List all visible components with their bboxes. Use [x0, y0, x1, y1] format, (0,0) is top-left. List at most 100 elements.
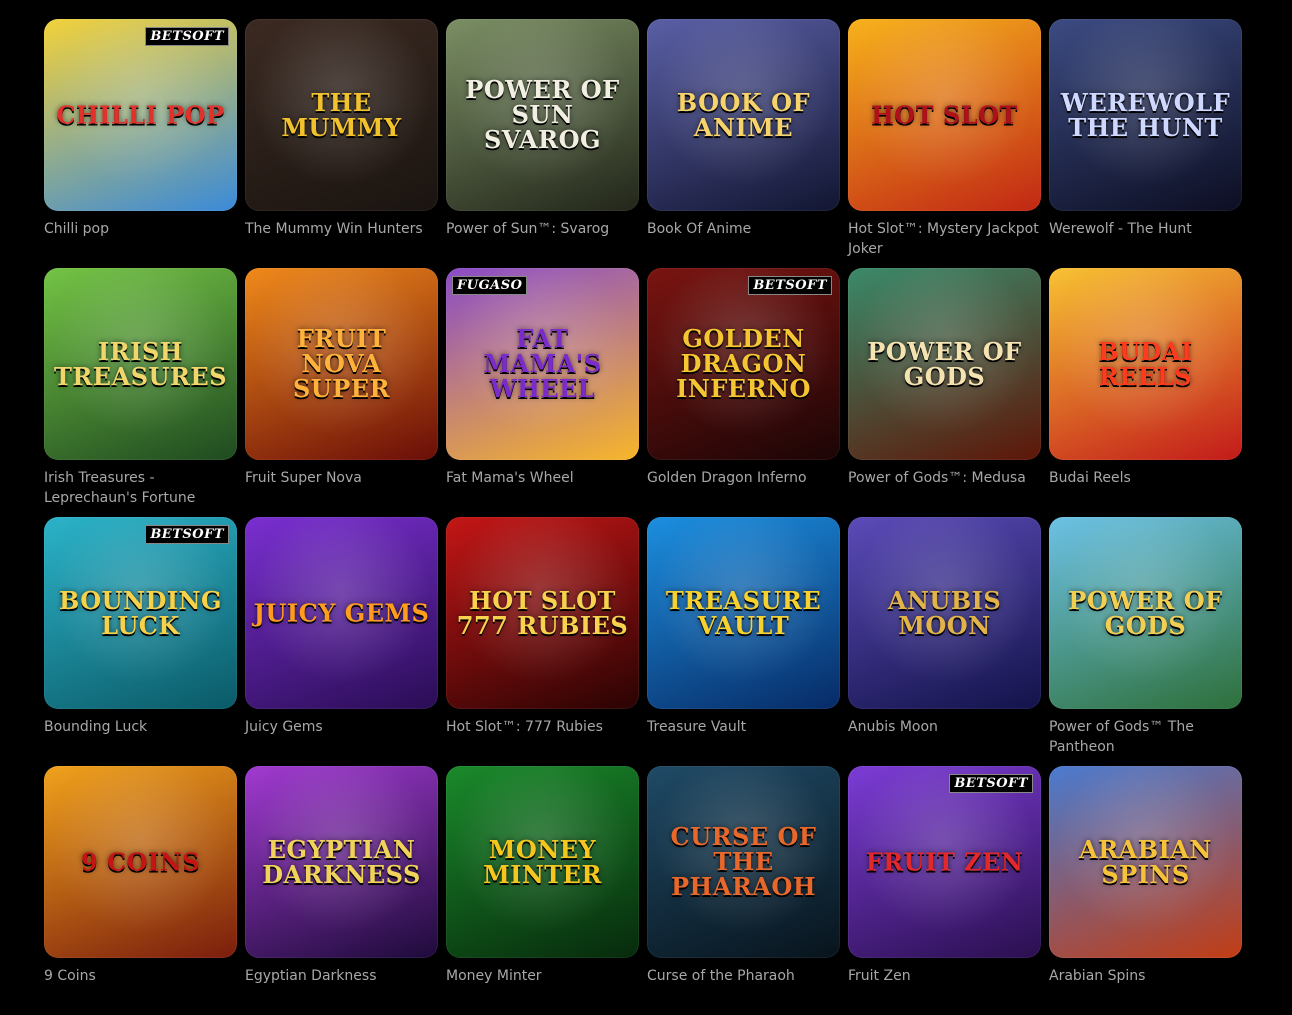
game-tile[interactable]: Irish Treasures Irish Treasures - Leprech…: [44, 268, 237, 517]
game-tile[interactable]: Power of Gods Power of Gods™: Medusa: [848, 268, 1041, 517]
game-thumbnail[interactable]: Book of Anime: [647, 19, 840, 211]
provider-badge: BETSOFT: [949, 774, 1033, 793]
game-thumbnail[interactable]: Money Minter: [446, 766, 639, 958]
game-thumbnail[interactable]: Fat Mama's Wheel FUGASO: [446, 268, 639, 460]
game-logo-art: Egyptian Darkness: [262, 834, 421, 889]
game-title[interactable]: Hot Slot™: Mystery Jackpot Joker: [848, 219, 1041, 259]
game-tile[interactable]: Hot Slot Hot Slot™: Mystery Jackpot Joker: [848, 19, 1041, 268]
game-logo-art: Chilli Pop: [56, 100, 225, 130]
game-thumbnail[interactable]: Budai Reels: [1049, 268, 1242, 460]
provider-badge: BETSOFT: [145, 27, 229, 46]
game-thumbnail[interactable]: Arabian Spins: [1049, 766, 1242, 958]
game-title[interactable]: Book Of Anime: [647, 219, 840, 239]
game-title[interactable]: Fat Mama's Wheel: [446, 468, 639, 488]
game-title[interactable]: Power of Gods™: Medusa: [848, 468, 1041, 488]
provider-badge: FUGASO: [452, 276, 528, 295]
game-title[interactable]: Power of Sun™: Svarog: [446, 219, 639, 239]
game-title[interactable]: Treasure Vault: [647, 717, 840, 737]
game-title[interactable]: Chilli pop: [44, 219, 237, 239]
game-title[interactable]: Anubis Moon: [848, 717, 1041, 737]
game-thumbnail[interactable]: Werewolf The Hunt: [1049, 19, 1242, 211]
game-title[interactable]: Fruit Zen: [848, 966, 1041, 986]
game-tile[interactable]: Power of Gods Power of Gods™ The Pantheon: [1049, 517, 1242, 766]
provider-badge: BETSOFT: [748, 276, 832, 295]
game-logo-art: The Mummy: [281, 87, 402, 142]
game-logo-art: Treasure Vault: [665, 585, 822, 640]
game-tile[interactable]: Werewolf The Hunt Werewolf - The Hunt: [1049, 19, 1242, 268]
game-title[interactable]: 9 Coins: [44, 966, 237, 986]
game-thumbnail[interactable]: Golden Dragon Inferno BETSOFT: [647, 268, 840, 460]
game-title[interactable]: Budai Reels: [1049, 468, 1242, 488]
game-thumbnail[interactable]: Power of Sun Svarog: [446, 19, 639, 211]
game-logo-art: Power of Gods: [1068, 585, 1223, 640]
game-thumbnail[interactable]: Fruit Zen BETSOFT: [848, 766, 1041, 958]
game-logo-art: Fruit Nova Super: [292, 324, 391, 404]
game-thumbnail[interactable]: Power of Gods: [848, 268, 1041, 460]
game-logo-art: Anubis Moon: [887, 585, 1002, 640]
game-tile[interactable]: Juicy Gems Juicy Gems: [245, 517, 438, 766]
game-tile[interactable]: Power of Sun Svarog Power of Sun™: Svarog: [446, 19, 639, 268]
game-logo-art: Power of Sun Svarog: [465, 75, 620, 155]
game-tile[interactable]: 9 Coins 9 Coins: [44, 766, 237, 1015]
game-title[interactable]: Arabian Spins: [1049, 966, 1242, 986]
game-title[interactable]: Money Minter: [446, 966, 639, 986]
game-title[interactable]: Fruit Super Nova: [245, 468, 438, 488]
game-tile[interactable]: Anubis Moon Anubis Moon: [848, 517, 1041, 766]
game-tile[interactable]: Fruit Nova Super Fruit Super Nova: [245, 268, 438, 517]
game-thumbnail[interactable]: Egyptian Darkness: [245, 766, 438, 958]
game-title[interactable]: Golden Dragon Inferno: [647, 468, 840, 488]
game-tile[interactable]: Curse of the Pharaoh Curse of the Pharaoh: [647, 766, 840, 1015]
game-title[interactable]: Power of Gods™ The Pantheon: [1049, 717, 1242, 757]
game-title[interactable]: The Mummy Win Hunters: [245, 219, 438, 239]
game-tile[interactable]: Egyptian Darkness Egyptian Darkness: [245, 766, 438, 1015]
game-thumbnail[interactable]: Curse of the Pharaoh: [647, 766, 840, 958]
game-thumbnail[interactable]: Bounding Luck BETSOFT: [44, 517, 237, 709]
game-title[interactable]: Hot Slot™: 777 Rubies: [446, 717, 639, 737]
game-thumbnail[interactable]: Power of Gods: [1049, 517, 1242, 709]
game-tile[interactable]: Fruit Zen BETSOFT Fruit Zen: [848, 766, 1041, 1015]
game-tile[interactable]: Bounding Luck BETSOFT Bounding Luck: [44, 517, 237, 766]
game-tile[interactable]: Chilli Pop BETSOFT Chilli pop: [44, 19, 237, 268]
game-tile[interactable]: Arabian Spins Arabian Spins: [1049, 766, 1242, 1015]
game-tile[interactable]: Budai Reels Budai Reels: [1049, 268, 1242, 517]
game-thumbnail[interactable]: Anubis Moon: [848, 517, 1041, 709]
provider-badge: BETSOFT: [145, 525, 229, 544]
game-logo-art: Irish Treasures: [53, 336, 228, 391]
game-logo-art: Power of Gods: [867, 336, 1022, 391]
game-thumbnail[interactable]: Treasure Vault: [647, 517, 840, 709]
game-logo-art: Curse of the Pharaoh: [670, 822, 817, 902]
game-tile[interactable]: Fat Mama's Wheel FUGASO Fat Mama's Wheel: [446, 268, 639, 517]
game-logo-art: Golden Dragon Inferno: [676, 324, 811, 404]
game-logo-art: Fat Mama's Wheel: [483, 324, 602, 404]
game-thumbnail[interactable]: The Mummy: [245, 19, 438, 211]
game-title[interactable]: Curse of the Pharaoh: [647, 966, 840, 986]
game-title[interactable]: Werewolf - The Hunt: [1049, 219, 1242, 239]
game-logo-art: Hot Slot 777 Rubies: [456, 585, 629, 640]
game-thumbnail[interactable]: Irish Treasures: [44, 268, 237, 460]
game-logo-art: Bounding Luck: [59, 585, 222, 640]
game-tile[interactable]: The Mummy The Mummy Win Hunters: [245, 19, 438, 268]
game-title[interactable]: Juicy Gems: [245, 717, 438, 737]
game-thumbnail[interactable]: Fruit Nova Super: [245, 268, 438, 460]
game-thumbnail[interactable]: Chilli Pop BETSOFT: [44, 19, 237, 211]
game-logo-art: Juicy Gems: [253, 598, 430, 628]
game-thumbnail[interactable]: Juicy Gems: [245, 517, 438, 709]
game-tile[interactable]: Treasure Vault Treasure Vault: [647, 517, 840, 766]
game-logo-art: Budai Reels: [1098, 336, 1193, 391]
game-logo-art: Fruit Zen: [865, 847, 1024, 877]
game-logo-art: 9 Coins: [80, 847, 201, 877]
games-grid: Chilli Pop BETSOFT Chilli pop The Mummy The …: [44, 19, 1242, 1015]
game-logo-art: Book of Anime: [676, 87, 811, 142]
game-thumbnail[interactable]: Hot Slot: [848, 19, 1041, 211]
game-title[interactable]: Egyptian Darkness: [245, 966, 438, 986]
game-title[interactable]: Irish Treasures - Leprechaun's Fortune: [44, 468, 237, 508]
game-tile[interactable]: Money Minter Money Minter: [446, 766, 639, 1015]
game-logo-art: Arabian Spins: [1079, 834, 1212, 889]
game-thumbnail[interactable]: Hot Slot 777 Rubies: [446, 517, 639, 709]
game-tile[interactable]: Book of Anime Book Of Anime: [647, 19, 840, 268]
game-logo-art: Werewolf The Hunt: [1060, 87, 1231, 142]
game-title[interactable]: Bounding Luck: [44, 717, 237, 737]
game-thumbnail[interactable]: 9 Coins: [44, 766, 237, 958]
game-tile[interactable]: Golden Dragon Inferno BETSOFT Golden Drago…: [647, 268, 840, 517]
game-tile[interactable]: Hot Slot 777 Rubies Hot Slot™: 777 Rubies: [446, 517, 639, 766]
